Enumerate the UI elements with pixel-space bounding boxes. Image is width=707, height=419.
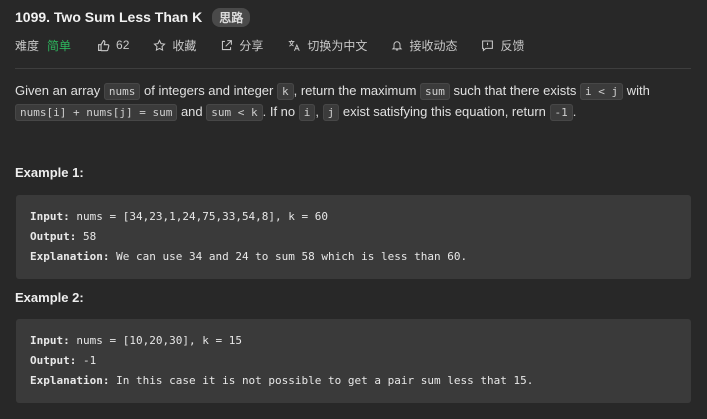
example-output-line: Output: 58 bbox=[30, 227, 677, 247]
output-label: Output: bbox=[30, 354, 77, 367]
example-1-block: Input: nums = [34,23,1,24,75,33,54,8], k… bbox=[16, 195, 691, 279]
example-input-line: Input: nums = [10,20,30], k = 15 bbox=[30, 331, 677, 351]
favorite-button[interactable]: 收藏 bbox=[153, 37, 196, 54]
inline-code: j bbox=[322, 104, 340, 121]
inline-code: i < j bbox=[579, 83, 624, 100]
example-2-title: Example 2: bbox=[15, 290, 84, 305]
desc-text: Given an array bbox=[15, 83, 104, 98]
desc-text: . If no bbox=[262, 104, 299, 119]
example-input-line: Input: nums = [34,23,1,24,75,33,54,8], k… bbox=[30, 207, 677, 227]
hint-badge[interactable]: 思路 bbox=[212, 7, 251, 27]
bell-icon bbox=[392, 40, 403, 50]
translate-icon bbox=[289, 39, 301, 51]
inline-code: k bbox=[276, 83, 294, 100]
share-button[interactable]: 分享 bbox=[220, 37, 263, 54]
example-1-title: Example 1: bbox=[15, 165, 84, 180]
input-label: Input: bbox=[30, 210, 70, 223]
translate-label: 切换为中文 bbox=[307, 38, 368, 53]
meta-toolbar: 难度 简单 62 收藏 分享 切换为中文 接收动态 反馈 bbox=[15, 36, 691, 54]
like-count: 62 bbox=[116, 38, 130, 52]
inline-code: sum bbox=[420, 83, 450, 100]
subscribe-label: 接收动态 bbox=[409, 38, 458, 53]
desc-text: with bbox=[623, 83, 650, 98]
inline-code: -1 bbox=[549, 104, 573, 121]
difficulty-label: 难度 bbox=[15, 38, 40, 53]
example-explanation-line: Explanation: We can use 34 and 24 to sum… bbox=[30, 247, 677, 267]
explanation-label: Explanation: bbox=[30, 374, 110, 387]
problem-description: Given an array nums of integers and inte… bbox=[15, 81, 695, 123]
feedback-icon bbox=[482, 40, 494, 52]
desc-text: such that there exists bbox=[449, 83, 580, 98]
share-icon bbox=[222, 39, 233, 50]
explanation-value: We can use 34 and 24 to sum 58 which is … bbox=[116, 250, 468, 263]
desc-text: , return the maximum bbox=[293, 83, 421, 98]
problem-header: 1099. Two Sum Less Than K 思路 难度 简单 62 收藏… bbox=[15, 7, 691, 54]
output-value: 58 bbox=[82, 230, 97, 243]
inline-code: nums bbox=[103, 83, 141, 100]
desc-text: , bbox=[315, 104, 323, 119]
translate-button[interactable]: 切换为中文 bbox=[287, 37, 367, 54]
input-label: Input: bbox=[30, 334, 70, 347]
like-button[interactable]: 62 bbox=[97, 38, 129, 52]
share-label: 分享 bbox=[239, 38, 264, 53]
output-value: -1 bbox=[82, 354, 97, 367]
example-2-block: Input: nums = [10,20,30], k = 15 Output:… bbox=[16, 319, 691, 403]
feedback-label: 反馈 bbox=[500, 38, 525, 53]
desc-text: of integers and integer bbox=[140, 83, 277, 98]
example-output-line: Output: -1 bbox=[30, 351, 677, 371]
explanation-label: Explanation: bbox=[30, 250, 110, 263]
desc-text: and bbox=[177, 104, 207, 119]
favorite-label: 收藏 bbox=[172, 38, 197, 53]
feedback-button[interactable]: 反馈 bbox=[481, 37, 524, 54]
difficulty-value: 简单 bbox=[47, 38, 72, 53]
header-divider bbox=[15, 68, 691, 69]
output-label: Output: bbox=[30, 230, 77, 243]
input-value: nums = [34,23,1,24,75,33,54,8], k = 60 bbox=[76, 210, 329, 223]
inline-code: sum < k bbox=[206, 104, 263, 121]
problem-title: 1099. Two Sum Less Than K bbox=[15, 9, 203, 25]
desc-text: . bbox=[572, 104, 577, 119]
inline-code: i bbox=[298, 104, 316, 121]
inline-code: nums[i] + nums[j] = sum bbox=[15, 104, 178, 121]
example-explanation-line: Explanation: In this case it is not poss… bbox=[30, 371, 677, 391]
star-icon bbox=[153, 38, 167, 51]
input-value: nums = [10,20,30], k = 15 bbox=[76, 334, 242, 347]
subscribe-button[interactable]: 接收动态 bbox=[391, 37, 457, 54]
explanation-value: In this case it is not possible to get a… bbox=[116, 374, 534, 387]
thumbs-up-icon bbox=[98, 39, 110, 51]
desc-text: exist satisfying this equation, return bbox=[339, 104, 550, 119]
